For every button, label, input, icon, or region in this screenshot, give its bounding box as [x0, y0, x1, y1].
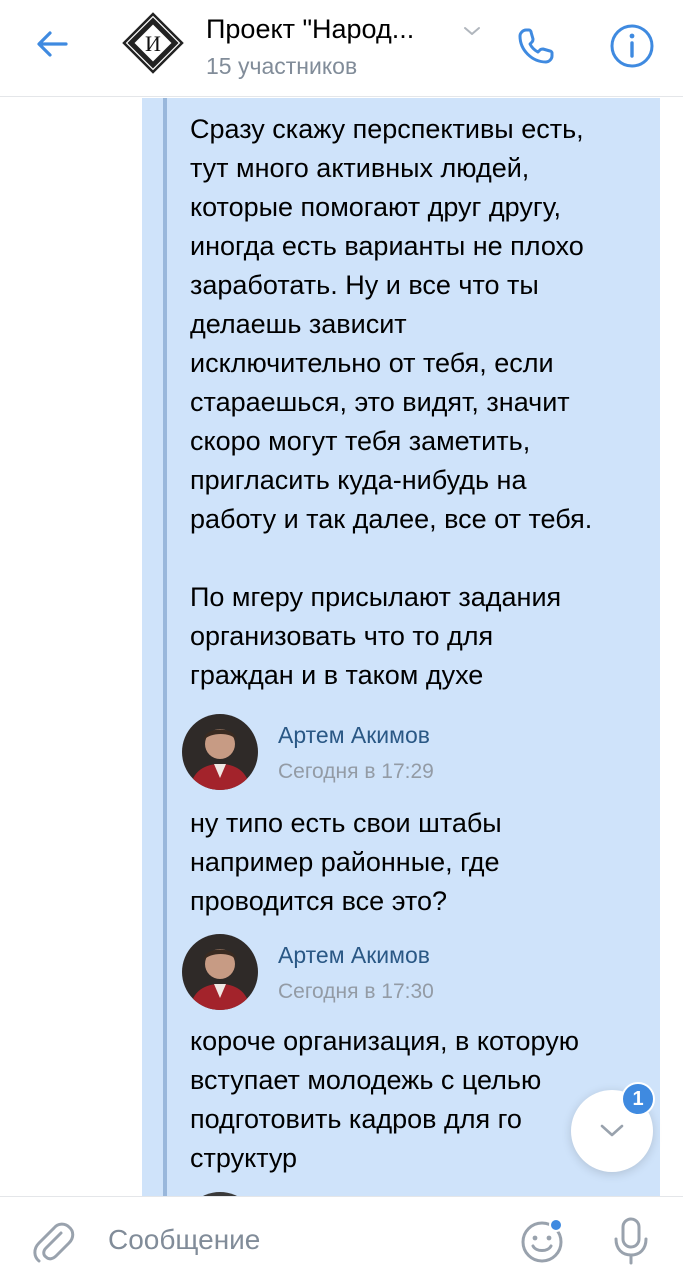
unread-count-badge: 1: [621, 1082, 655, 1116]
message-body[interactable]: ну типо есть свои штабы например районны…: [190, 804, 650, 921]
message-line: делаешь зависит: [190, 309, 407, 339]
message-line: проводится все это?: [190, 886, 447, 916]
chat-title-block[interactable]: Проект "Народ... 15 участников: [206, 14, 496, 80]
message-line: исключительно от тебя, если: [190, 348, 554, 378]
message-composer: [0, 1196, 683, 1280]
message-line: короче организация, в которую: [190, 1026, 579, 1056]
message-line: например районные, где: [190, 847, 500, 877]
chat-members-count: 15 участников: [206, 53, 358, 79]
svg-text:И: И: [145, 31, 161, 56]
chat-logo-icon: И: [122, 12, 184, 74]
message-body[interactable]: Сразу скажу перспективы есть, тут много …: [190, 110, 650, 695]
message-line: заработать. Ну и все что ты: [190, 270, 539, 300]
message-line: которые помогают друг другу,: [190, 192, 561, 222]
avatar[interactable]: [182, 934, 258, 1010]
message-timestamp: Сегодня в 17:29: [278, 760, 434, 783]
smile-icon: [521, 1218, 563, 1263]
message-line: организовать что то для: [190, 621, 494, 651]
chat-title[interactable]: Проект "Народ...: [206, 14, 414, 45]
quote-bar: [163, 98, 167, 1196]
message-line: скоро могут тебя заметить,: [190, 426, 531, 456]
message-timestamp: Сегодня в 17:30: [278, 980, 434, 1003]
info-icon: [610, 24, 654, 68]
message-line: тут много активных людей,: [190, 153, 530, 183]
paperclip-icon: [33, 1222, 75, 1263]
message-author-row[interactable]: Артем Акимов Сегодня в 17:29: [182, 714, 642, 794]
microphone-icon: [614, 1217, 648, 1265]
chat-header: И Проект "Народ... 15 участников: [0, 0, 683, 97]
chevron-down-icon[interactable]: [460, 20, 484, 44]
message-line: Сразу скажу перспективы есть,: [190, 114, 584, 144]
message-author-row[interactable]: Артем Акимов Сегодня в 17:30: [182, 934, 642, 1014]
message-line: ну типо есть свои штабы: [190, 808, 502, 838]
avatar[interactable]: [182, 714, 258, 790]
message-line: По мгеру присылают задания: [190, 582, 562, 612]
author-name[interactable]: Артем Акимов: [278, 722, 430, 749]
message-line: пригласить куда-нибудь на: [190, 465, 527, 495]
voice-message-button[interactable]: [606, 1215, 656, 1267]
message-line: стараешься, это видят, значит: [190, 387, 570, 417]
message-line: вступает молодежь с целью: [190, 1065, 542, 1095]
author-name[interactable]: Артем Акимов: [278, 942, 430, 969]
message-list[interactable]: Сразу скажу перспективы есть, тут много …: [0, 98, 683, 1196]
call-button[interactable]: [508, 18, 564, 74]
chevron-down-icon: [600, 1124, 624, 1137]
attach-button[interactable]: [28, 1217, 78, 1267]
message-line: работу и так далее, все от тебя.: [190, 504, 593, 534]
arrow-left-icon: [37, 31, 68, 57]
message-line: иногда есть варианты не плохо: [190, 231, 584, 261]
back-button[interactable]: [26, 18, 78, 70]
emoji-button[interactable]: [518, 1215, 568, 1265]
info-button[interactable]: [604, 18, 660, 74]
chat-avatar[interactable]: И: [122, 12, 184, 74]
message-line: граждан и в таком духе: [190, 660, 484, 690]
phone-icon: [518, 28, 554, 64]
message-input[interactable]: [108, 1217, 488, 1263]
